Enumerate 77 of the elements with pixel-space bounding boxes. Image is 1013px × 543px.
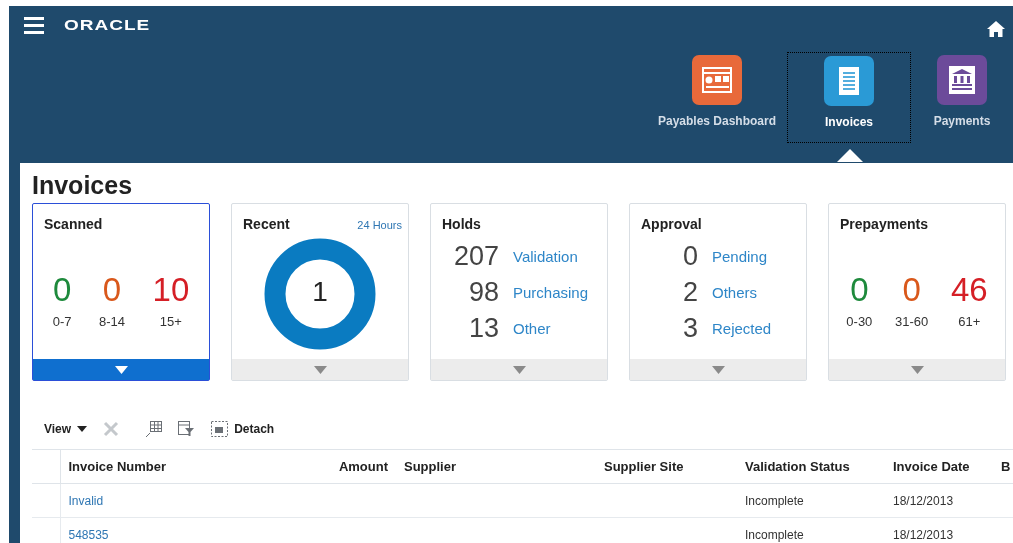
page-title: Invoices — [32, 170, 134, 200]
caret-icon — [512, 365, 526, 374]
home-icon[interactable] — [987, 21, 1005, 37]
column-header[interactable]: Invoice Date — [885, 449, 993, 484]
tile-footer[interactable] — [630, 359, 806, 380]
age-range: 0-30 — [846, 314, 873, 329]
table-cell: 18/12/2013 — [885, 483, 993, 518]
category-link[interactable]: Validation — [513, 247, 607, 265]
category-link[interactable]: Purchasing — [513, 283, 607, 301]
count: 2 — [681, 276, 698, 309]
age-range: 8-14 — [99, 314, 126, 329]
category-link[interactable]: Pending — [712, 247, 806, 265]
count[interactable]: 0 — [102, 272, 122, 308]
detach-icon — [211, 421, 229, 437]
age-range: 0-7 — [52, 314, 72, 329]
dashboard-icon — [692, 55, 742, 105]
caret-icon — [910, 365, 924, 374]
tile-title: Approval — [641, 216, 702, 232]
age-range: 31-60 — [895, 314, 929, 329]
count: 3 — [681, 312, 698, 345]
tile-title: Scanned — [44, 216, 103, 232]
count: 13 — [467, 312, 499, 345]
age-range: 15+ — [159, 314, 182, 329]
tile-footer[interactable] — [33, 359, 209, 380]
count: 207 — [452, 240, 499, 273]
menu-icon[interactable] — [24, 16, 44, 34]
filter-icon — [178, 421, 196, 437]
table-cell: 18/12/2013 — [885, 517, 993, 543]
table-cell: Incomplete — [737, 483, 885, 518]
filter-button[interactable] — [178, 421, 196, 437]
summary-tile[interactable]: Scanned 0 0-7 0 8-14 10 15+ — [32, 203, 210, 381]
delete-icon — [103, 421, 120, 437]
caret-icon — [77, 426, 88, 432]
category-link[interactable]: Others — [712, 283, 806, 301]
category-link[interactable]: Other — [513, 319, 607, 337]
nav-item[interactable]: Payments — [911, 52, 1013, 143]
column-header[interactable]: B — [993, 449, 1013, 484]
summary-tile[interactable]: Approval 0 Pending 2 Others 3 Rejected — [629, 203, 807, 381]
freeze-icon — [145, 420, 163, 438]
invoice-link[interactable]: 548535 — [68, 527, 109, 542]
nav-item[interactable]: Payables Dashboard — [647, 52, 787, 143]
summary-tile[interactable]: Holds 207 Validation 98 Purchasing 13 Other — [430, 203, 608, 381]
caret-icon — [114, 365, 128, 374]
column-header[interactable]: Validation Status — [737, 449, 885, 484]
count[interactable]: 0 — [52, 272, 72, 308]
count[interactable]: 10 — [152, 272, 190, 308]
age-range: 61+ — [958, 314, 981, 329]
category-link[interactable]: Rejected — [712, 319, 806, 337]
tile-footer[interactable] — [431, 359, 607, 380]
tile-footer[interactable] — [829, 359, 1005, 380]
column-header[interactable]: Invoice Number — [60, 449, 280, 484]
document-icon — [824, 56, 874, 106]
column-header[interactable]: Amount — [280, 449, 396, 484]
count: 98 — [467, 276, 499, 309]
logo: ORACLE — [64, 16, 151, 34]
invoice-link[interactable]: Invalid — [68, 493, 104, 508]
tile-title: Holds — [442, 216, 481, 232]
count[interactable]: 0 — [850, 272, 869, 308]
summary-tile[interactable]: Prepayments 0 0-30 0 31-60 46 61+ — [828, 203, 1006, 381]
tile-footer[interactable] — [232, 359, 408, 380]
detach-button[interactable]: Detach — [211, 421, 275, 437]
count: 0 — [681, 240, 698, 273]
summary-tile[interactable]: Recent 24 Hours 1 — [231, 203, 409, 381]
count[interactable]: 46 — [950, 272, 988, 308]
count: 1 — [311, 276, 329, 308]
count[interactable]: 0 — [902, 272, 921, 308]
caret-icon — [711, 365, 725, 374]
column-header[interactable]: Supplier Site — [596, 449, 737, 484]
view-menu[interactable]: View — [44, 422, 88, 436]
caret-icon — [313, 365, 327, 374]
freeze-button[interactable] — [145, 420, 163, 438]
table-cell: Incomplete — [737, 517, 885, 543]
bank-icon — [937, 55, 987, 105]
tile-title: Recent — [243, 216, 290, 232]
column-header[interactable]: Supplier — [396, 449, 596, 484]
period-label: 24 Hours — [357, 219, 402, 231]
tile-title: Prepayments — [840, 216, 928, 232]
